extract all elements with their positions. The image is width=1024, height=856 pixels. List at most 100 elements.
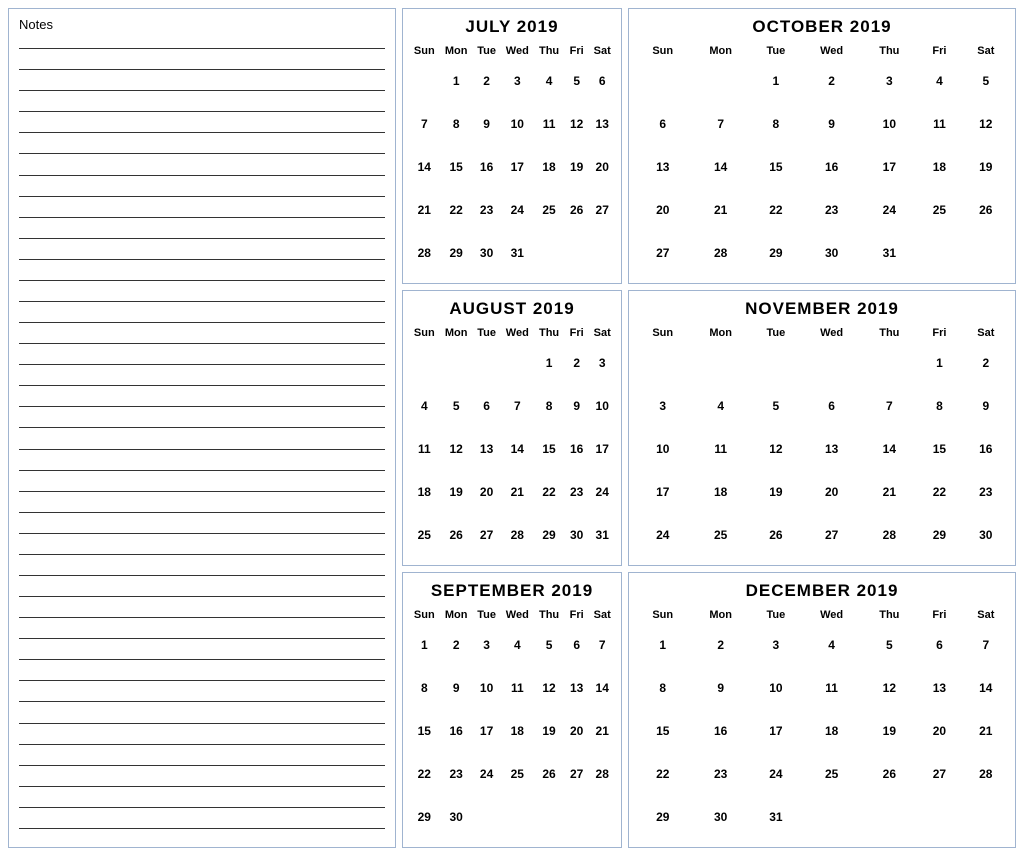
calendar-day: 10	[862, 102, 916, 145]
calendar-day: 22	[751, 189, 801, 232]
calendar-day: 9	[440, 666, 473, 709]
calendar-week-row: 3456789	[635, 384, 1009, 427]
calendar-day: 2	[963, 341, 1009, 384]
day-header: Fri	[564, 325, 590, 341]
day-header: Mon	[690, 607, 750, 623]
note-line	[19, 744, 385, 745]
note-line	[19, 238, 385, 239]
calendar-september: SEPTEMBER 2019SunMonTueWedThuFriSat12345…	[402, 572, 622, 848]
calendar-week-row: 11121314151617	[409, 427, 615, 470]
calendar-day: 9	[801, 102, 862, 145]
day-header: Tue	[473, 325, 501, 341]
calendar-day: 29	[409, 796, 440, 839]
calendar-day: 5	[862, 623, 916, 666]
calendar-week-row: 891011121314	[409, 666, 615, 709]
calendar-day: 28	[409, 232, 440, 275]
calendar-day: 12	[440, 427, 473, 470]
note-line	[19, 701, 385, 702]
calendar-day: 20	[589, 145, 615, 188]
calendar-day: 19	[534, 709, 564, 752]
calendar-day: 26	[751, 514, 801, 557]
calendar-day	[690, 341, 750, 384]
day-header: Sun	[409, 43, 440, 59]
calendar-day: 3	[500, 59, 534, 102]
calendar-day: 8	[635, 666, 690, 709]
day-header: Tue	[751, 607, 801, 623]
note-line	[19, 659, 385, 660]
calendar-day: 13	[916, 666, 962, 709]
calendar-week-row: 891011121314	[635, 666, 1009, 709]
day-header: Thu	[534, 607, 564, 623]
day-header: Fri	[564, 607, 590, 623]
note-line	[19, 175, 385, 176]
calendar-day	[916, 232, 962, 275]
calendar-day: 13	[473, 427, 501, 470]
calendar-day: 15	[440, 145, 473, 188]
calendar-day: 14	[690, 145, 750, 188]
calendar-day: 8	[440, 102, 473, 145]
calendar-day: 5	[440, 384, 473, 427]
day-header: Mon	[440, 325, 473, 341]
calendar-day	[534, 796, 564, 839]
day-header: Tue	[751, 43, 801, 59]
note-line	[19, 301, 385, 302]
calendar-august: AUGUST 2019SunMonTueWedThuFriSat12345678…	[402, 290, 622, 566]
calendar-day: 6	[564, 623, 590, 666]
calendar-day: 5	[751, 384, 801, 427]
calendar-day: 14	[589, 666, 615, 709]
calendar-day: 24	[862, 189, 916, 232]
calendar-day: 17	[473, 709, 501, 752]
day-header: Sat	[589, 607, 615, 623]
calendar-day: 4	[690, 384, 750, 427]
calendar-day: 7	[963, 623, 1009, 666]
note-line	[19, 680, 385, 681]
day-header: Tue	[473, 43, 501, 59]
calendar-november: NOVEMBER 2019SunMonTueWedThuFriSat123456…	[628, 290, 1016, 566]
calendar-day: 5	[963, 59, 1009, 102]
calendar-week-row: 123	[409, 341, 615, 384]
calendar-day: 19	[440, 471, 473, 514]
calendar-day: 2	[440, 623, 473, 666]
calendar-day: 8	[916, 384, 962, 427]
calendar-week-row: 78910111213	[409, 102, 615, 145]
calendar-day: 12	[534, 666, 564, 709]
calendar-title-september-2019: SEPTEMBER 2019	[409, 581, 615, 601]
calendar-day: 6	[916, 623, 962, 666]
calendar-day: 15	[751, 145, 801, 188]
calendar-day: 11	[534, 102, 564, 145]
calendar-day	[862, 341, 916, 384]
calendar-day: 13	[801, 427, 862, 470]
calendar-day: 14	[500, 427, 534, 470]
calendar-day: 26	[534, 753, 564, 796]
calendar-day: 22	[635, 753, 690, 796]
calendar-day: 21	[963, 709, 1009, 752]
calendar-day: 12	[963, 102, 1009, 145]
calendar-day: 4	[409, 384, 440, 427]
calendar-day: 21	[589, 709, 615, 752]
calendar-day: 12	[862, 666, 916, 709]
calendar-day: 17	[635, 471, 690, 514]
notes-label: Notes	[19, 17, 385, 32]
day-header: Sat	[589, 325, 615, 341]
calendar-day: 18	[916, 145, 962, 188]
note-line	[19, 153, 385, 154]
calendar-day: 3	[473, 623, 501, 666]
calendar-day: 25	[690, 514, 750, 557]
calendar-week-row: 1234567	[409, 623, 615, 666]
note-line	[19, 828, 385, 829]
calendar-day: 13	[589, 102, 615, 145]
calendar-week-row: 14151617181920	[409, 145, 615, 188]
day-header: Thu	[862, 607, 916, 623]
calendar-day: 2	[801, 59, 862, 102]
day-header: Fri	[916, 325, 962, 341]
calendar-week-row: 22232425262728	[409, 753, 615, 796]
calendar-day: 11	[409, 427, 440, 470]
calendar-day: 5	[564, 59, 590, 102]
calendar-day: 15	[409, 709, 440, 752]
calendar-day: 23	[564, 471, 590, 514]
note-line	[19, 69, 385, 70]
calendar-week-row: 25262728293031	[409, 514, 615, 557]
calendar-week-row: 28293031	[409, 232, 615, 275]
calendar-day: 8	[409, 666, 440, 709]
calendar-day: 19	[751, 471, 801, 514]
